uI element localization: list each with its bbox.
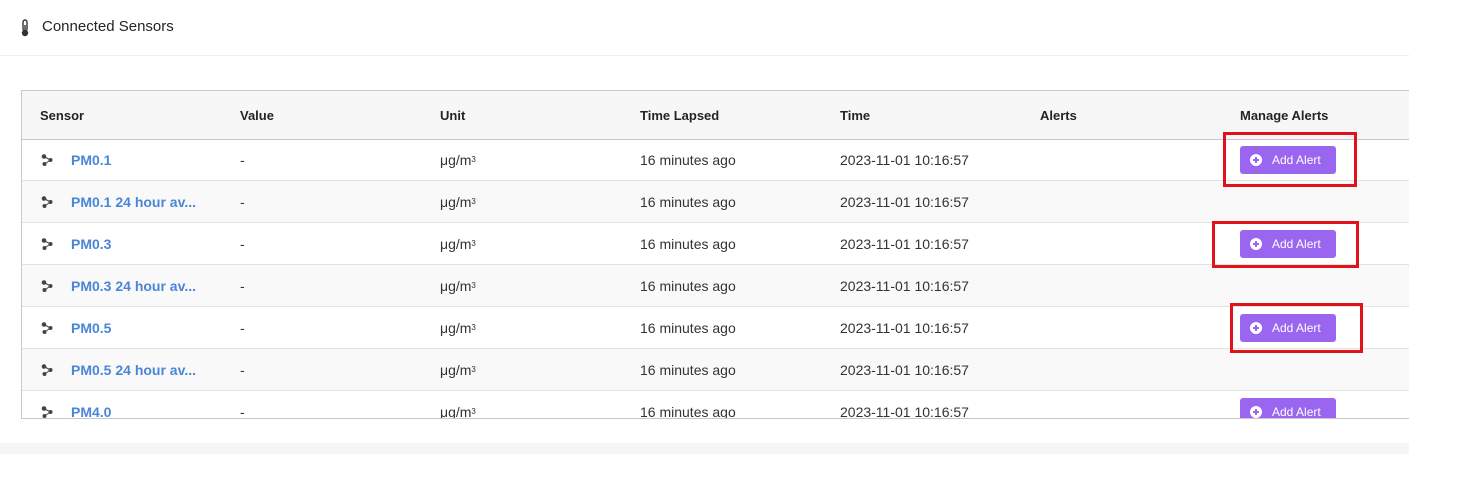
unit-base: μg/m <box>440 278 472 294</box>
time-lapsed: 16 minutes ago <box>640 194 736 210</box>
add-alert-label: Add Alert <box>1272 321 1321 335</box>
page-title: Connected Sensors <box>42 18 174 35</box>
table-row: PM0.5 24 hour av... - μg/m3 16 minutes ago 2… <box>22 349 1409 391</box>
unit-exponent: 3 <box>471 281 476 290</box>
add-alert-label: Add Alert <box>1272 405 1321 419</box>
sensors-table[interactable]: Sensor Value Unit Time Lapsed Time Alert… <box>21 90 1409 419</box>
sensor-unit: μg/m3 <box>440 278 476 297</box>
sensor-icon <box>40 279 54 293</box>
sensor-icon <box>40 405 54 418</box>
column-header-manage-alerts[interactable]: Manage Alerts <box>1240 108 1328 124</box>
plus-circle-icon <box>1250 406 1262 418</box>
unit-exponent: 3 <box>471 155 476 164</box>
plus-circle-icon <box>1250 154 1262 166</box>
time-lapsed: 16 minutes ago <box>640 404 736 419</box>
time-lapsed: 16 minutes ago <box>640 362 736 378</box>
column-header-value[interactable]: Value <box>240 108 274 124</box>
card-footer <box>0 443 1409 454</box>
timestamp: 2023-11-01 10:16:57 <box>840 152 969 168</box>
unit-exponent: 3 <box>471 323 476 332</box>
thermometer-icon <box>21 19 29 37</box>
sensor-value: - <box>240 278 245 294</box>
unit-exponent: 3 <box>471 239 476 248</box>
sensor-unit: μg/m3 <box>440 362 476 381</box>
unit-exponent: 3 <box>471 407 476 416</box>
timestamp: 2023-11-01 10:16:57 <box>840 236 969 252</box>
sensor-value: - <box>240 194 245 210</box>
column-header-sensor[interactable]: Sensor <box>40 108 84 124</box>
add-alert-button[interactable]: Add Alert <box>1240 314 1336 342</box>
table-row: PM0.1 - μg/m3 16 minutes ago 2023-11-01 10:1… <box>22 139 1409 181</box>
sensor-link[interactable]: PM0.5 24 hour av... <box>71 362 196 378</box>
table-row: PM4.0 - μg/m3 16 minutes ago 2023-11-01 10:1… <box>22 391 1409 419</box>
unit-base: μg/m <box>440 152 472 168</box>
sensor-icon <box>40 237 54 251</box>
sensor-link[interactable]: PM0.3 <box>71 236 111 252</box>
sensor-unit: μg/m3 <box>440 236 476 255</box>
sensor-unit: μg/m3 <box>440 194 476 213</box>
sensor-value: - <box>240 152 245 168</box>
table-row: PM0.3 - μg/m3 16 minutes ago 2023-11-01 10:1… <box>22 223 1409 265</box>
column-header-time-lapsed[interactable]: Time Lapsed <box>640 108 719 124</box>
add-alert-button[interactable]: Add Alert <box>1240 146 1336 174</box>
column-header-unit[interactable]: Unit <box>440 108 465 124</box>
timestamp: 2023-11-01 10:16:57 <box>840 278 969 294</box>
sensor-unit: μg/m3 <box>440 152 476 171</box>
time-lapsed: 16 minutes ago <box>640 236 736 252</box>
sensor-icon <box>40 363 54 377</box>
sensor-value: - <box>240 404 245 419</box>
unit-exponent: 3 <box>471 197 476 206</box>
unit-base: μg/m <box>440 236 472 252</box>
sensor-link[interactable]: PM0.1 24 hour av... <box>71 194 196 210</box>
add-alert-label: Add Alert <box>1272 237 1321 251</box>
column-header-alerts[interactable]: Alerts <box>1040 108 1077 124</box>
unit-base: μg/m <box>440 362 472 378</box>
sensor-link[interactable]: PM0.3 24 hour av... <box>71 278 196 294</box>
unit-base: μg/m <box>440 194 472 210</box>
sensor-icon <box>40 321 54 335</box>
timestamp: 2023-11-01 10:16:57 <box>840 194 969 210</box>
add-alert-label: Add Alert <box>1272 153 1321 167</box>
sensor-unit: μg/m3 <box>440 404 476 419</box>
unit-exponent: 3 <box>471 365 476 374</box>
plus-circle-icon <box>1250 238 1262 250</box>
time-lapsed: 16 minutes ago <box>640 152 736 168</box>
time-lapsed: 16 minutes ago <box>640 320 736 336</box>
sensor-link[interactable]: PM0.5 <box>71 320 111 336</box>
table-row: PM0.3 24 hour av... - μg/m3 16 minutes ago 2… <box>22 265 1409 307</box>
sensor-link[interactable]: PM0.1 <box>71 152 111 168</box>
timestamp: 2023-11-01 10:16:57 <box>840 362 969 378</box>
sensor-unit: μg/m3 <box>440 320 476 339</box>
unit-base: μg/m <box>440 404 472 419</box>
sensor-link[interactable]: PM4.0 <box>71 404 111 418</box>
sensor-icon <box>40 153 54 167</box>
sensor-value: - <box>240 362 245 378</box>
sensor-value: - <box>240 236 245 252</box>
plus-circle-icon <box>1250 322 1262 334</box>
card-header: Connected Sensors <box>0 0 1409 56</box>
sensor-icon <box>40 195 54 209</box>
add-alert-button[interactable]: Add Alert <box>1240 398 1336 419</box>
table-row: PM0.1 24 hour av... - μg/m3 16 minutes ago 2… <box>22 181 1409 223</box>
column-header-time[interactable]: Time <box>840 108 870 124</box>
add-alert-button[interactable]: Add Alert <box>1240 230 1336 258</box>
timestamp: 2023-11-01 10:16:57 <box>840 404 969 419</box>
time-lapsed: 16 minutes ago <box>640 278 736 294</box>
table-row: PM0.5 - μg/m3 16 minutes ago 2023-11-01 10:1… <box>22 307 1409 349</box>
unit-base: μg/m <box>440 320 472 336</box>
sensor-value: - <box>240 320 245 336</box>
table-header: Sensor Value Unit Time Lapsed Time Alert… <box>22 91 1409 140</box>
timestamp: 2023-11-01 10:16:57 <box>840 320 969 336</box>
